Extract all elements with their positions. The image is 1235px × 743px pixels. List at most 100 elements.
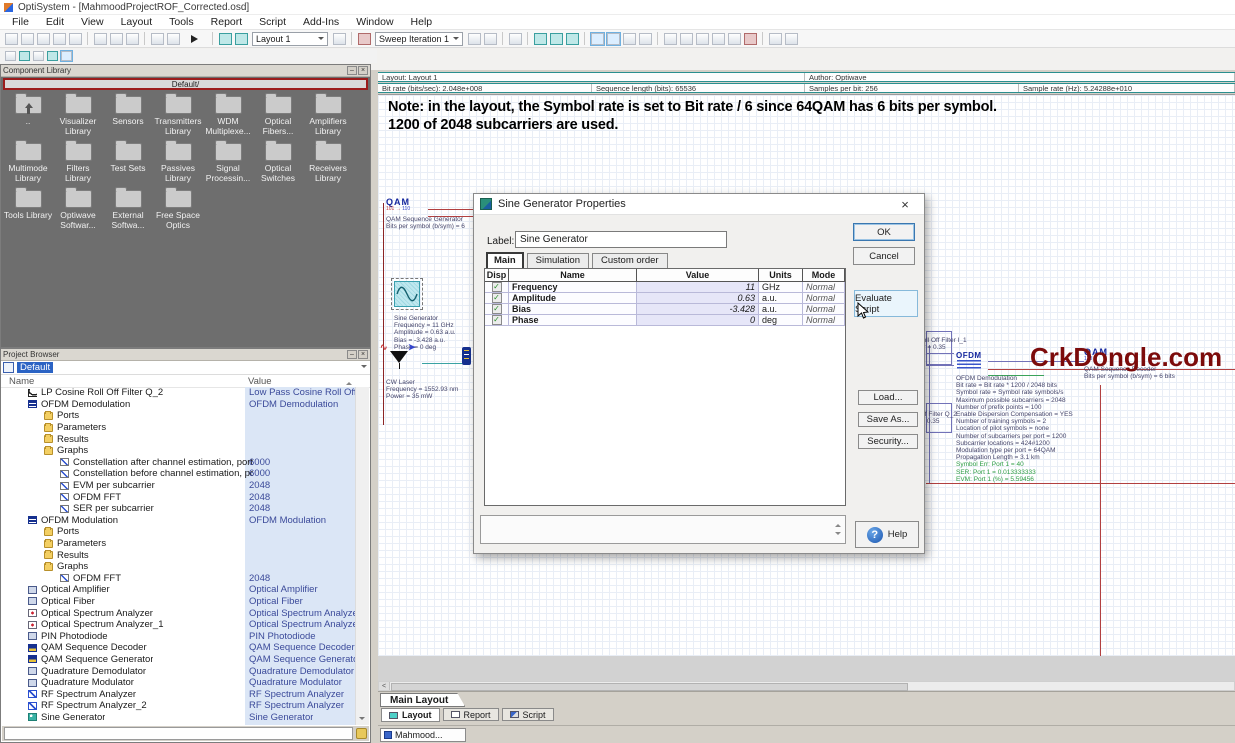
tree-row[interactable]: Ports	[2, 410, 356, 422]
menu-item[interactable]: Report	[211, 16, 243, 28]
stop-icon[interactable]	[509, 33, 522, 45]
menu-item[interactable]: Edit	[46, 16, 64, 28]
sweep-combo[interactable]: Sweep Iteration 1	[375, 32, 463, 46]
tree-row[interactable]: Quadrature Modulator Quadrature Modulato…	[2, 677, 356, 689]
library-folder[interactable]: Sensors	[103, 96, 153, 136]
column-header-name[interactable]: Name	[1, 376, 34, 387]
open-icon[interactable]	[21, 33, 34, 45]
parameter-mode[interactable]: Normal	[803, 315, 845, 326]
split-view-3-icon[interactable]	[623, 33, 636, 45]
tab-layout[interactable]: Layout	[381, 708, 440, 722]
close-icon[interactable]: ×	[358, 66, 368, 75]
tree-row[interactable]: Constellation before channel estimation,…	[2, 468, 356, 480]
save-layout-icon[interactable]	[785, 33, 798, 45]
cw-laser-component[interactable]: ∿ ➤ CW LaserFrequency = 1552.93 nmPower …	[386, 351, 458, 401]
tree-row[interactable]: QAM Sequence Generator QAM Sequence Gene…	[2, 654, 356, 666]
layout-grid-icon[interactable]	[235, 33, 248, 45]
load-button[interactable]: Load...	[858, 390, 918, 405]
parameter-mode[interactable]: Normal	[803, 293, 845, 304]
menu-item[interactable]: Script	[259, 16, 286, 28]
run-icon[interactable]	[191, 35, 198, 43]
library-folder[interactable]: Test Sets	[103, 143, 153, 183]
library-folder[interactable]: ..	[3, 96, 53, 136]
sweep-next-icon[interactable]	[484, 33, 497, 45]
spin-down-icon[interactable]	[835, 532, 841, 538]
library-folder[interactable]: WDM Multiplexe...	[203, 96, 253, 136]
zoom-tool-2-icon[interactable]	[19, 51, 30, 61]
export-icon[interactable]	[769, 33, 782, 45]
menu-item[interactable]: Help	[411, 16, 433, 28]
menu-item[interactable]: File	[12, 16, 29, 28]
modulator-component[interactable]	[462, 347, 471, 365]
library-folder[interactable]: Multimode Library	[3, 143, 53, 183]
main-layout-tab[interactable]: Main Layout	[380, 693, 465, 707]
parameter-value[interactable]: 11	[637, 282, 759, 293]
zoom-tool-3-icon[interactable]	[33, 51, 44, 61]
component-tool-2-icon[interactable]	[680, 33, 693, 45]
library-folder[interactable]: Optiwave Softwar...	[53, 190, 103, 230]
tree-row[interactable]: Optical Spectrum Analyzer_1 Optical Spec…	[2, 619, 356, 631]
help-button[interactable]: ? Help	[855, 521, 919, 548]
cancel-button[interactable]: Cancel	[853, 247, 915, 265]
tab-custom-order[interactable]: Custom order	[592, 253, 668, 268]
tab-simulation[interactable]: Simulation	[527, 253, 589, 268]
paste-icon[interactable]	[126, 33, 139, 45]
save-as-button[interactable]: Save As...	[858, 412, 918, 427]
undo-icon[interactable]	[151, 33, 164, 45]
tree-row[interactable]: Constellation after channel estimation, …	[2, 457, 356, 469]
ok-button[interactable]: OK	[853, 223, 915, 241]
filter-icon[interactable]	[356, 728, 367, 739]
close-icon[interactable]: ×	[358, 350, 368, 359]
import-icon[interactable]	[37, 33, 50, 45]
tree-row[interactable]: Graphs	[2, 445, 356, 457]
tree-row[interactable]: RF Spectrum Analyzer RF Spectrum Analyze…	[2, 688, 356, 700]
tree-row[interactable]: Optical Fiber Optical Fiber	[2, 596, 356, 608]
split-view-4-icon[interactable]	[639, 33, 652, 45]
minimize-icon[interactable]: –	[347, 66, 357, 75]
menu-item[interactable]: Add-Ins	[303, 16, 339, 28]
security-button[interactable]: Security...	[858, 434, 918, 449]
library-folder[interactable]: Amplifiers Library	[303, 96, 353, 136]
tree-row[interactable]: OFDM Demodulation OFDM Demodulation	[2, 399, 356, 411]
library-folder[interactable]: Filters Library	[53, 143, 103, 183]
tree-row[interactable]: QAM Sequence Decoder QAM Sequence Decode…	[2, 642, 356, 654]
label-input[interactable]: Sine Generator	[515, 231, 727, 248]
menu-item[interactable]: Tools	[169, 16, 194, 28]
project-root-combo[interactable]: Default	[1, 361, 370, 375]
disp-checkbox[interactable]	[492, 293, 502, 303]
tree-row[interactable]: OFDM FFT 2048	[2, 491, 356, 503]
library-folder[interactable]: Transmitters Library	[153, 96, 203, 136]
project-window-tab[interactable]: Mahmood...	[380, 728, 466, 742]
page-setup-icon[interactable]	[534, 33, 547, 45]
disp-checkbox[interactable]	[492, 282, 502, 292]
close-icon[interactable]: ×	[892, 197, 918, 212]
project-tree-scrollbar[interactable]	[355, 387, 369, 725]
sort-arrow-icon[interactable]	[346, 379, 352, 385]
tree-row[interactable]: Graphs	[2, 561, 356, 573]
component-tool-3-icon[interactable]	[696, 33, 709, 45]
component-tool-6-icon[interactable]	[744, 33, 757, 45]
tree-row[interactable]: SER per subcarrier 2048	[2, 503, 356, 515]
library-folder[interactable]: Tools Library	[3, 190, 53, 230]
library-folder[interactable]: Receivers Library	[303, 143, 353, 183]
qam-sequence-generator-component[interactable]: QAM 101 → 110 QAM Sequence GeneratorBits…	[386, 197, 465, 230]
dialog-titlebar[interactable]: Sine Generator Properties ×	[474, 194, 924, 215]
library-folder[interactable]: Passives Library	[153, 143, 203, 183]
parameter-value[interactable]: 0	[637, 315, 759, 326]
scrollbar-thumb[interactable]	[391, 683, 908, 691]
new-icon[interactable]	[5, 33, 18, 45]
library-folder[interactable]: Optical Fibers...	[253, 96, 303, 136]
layout-view-icon[interactable]	[219, 33, 232, 45]
split-view-2-icon[interactable]	[607, 33, 620, 45]
parameter-value[interactable]: 0.63	[637, 293, 759, 304]
parameter-mode[interactable]: Normal	[803, 282, 845, 293]
tree-row[interactable]: Optical Amplifier Optical Amplifier	[2, 584, 356, 596]
tree-row[interactable]: PIN Photodiode PIN Photodiode	[2, 630, 356, 642]
tree-row[interactable]: Ports	[2, 526, 356, 538]
page-grid-icon[interactable]	[566, 33, 579, 45]
disp-checkbox[interactable]	[492, 315, 502, 325]
tree-row[interactable]: OFDM Modulation OFDM Modulation	[2, 515, 356, 527]
sweep-prev-icon[interactable]	[468, 33, 481, 45]
library-folder[interactable]: Free Space Optics	[153, 190, 203, 230]
chevron-down-icon[interactable]	[361, 365, 367, 371]
